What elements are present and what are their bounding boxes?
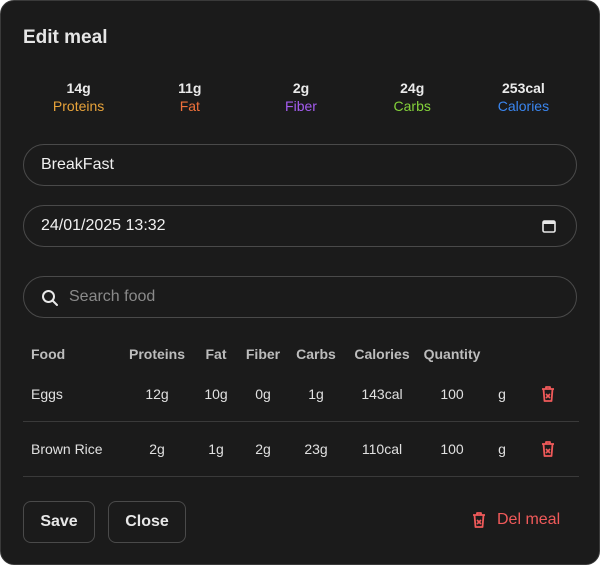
quantity-input[interactable]: 100 — [417, 422, 487, 477]
meal-name-input[interactable] — [24, 145, 576, 185]
stat-fiber: 2g Fiber — [245, 79, 356, 115]
stat-value: 11g — [178, 80, 202, 96]
trash-icon — [473, 512, 485, 528]
cell-fiber: 2g — [255, 441, 271, 457]
search-food-input[interactable] — [24, 277, 576, 317]
stat-label: Carbs — [393, 98, 431, 114]
remove-food-button[interactable] — [517, 422, 579, 477]
meal-name-field — [23, 144, 577, 186]
header-fat: Fat — [205, 346, 227, 362]
table-row: Brown Rice 2g 1g 2g 23g 110cal 100 g — [23, 422, 579, 477]
stat-calories: 253cal Calories — [468, 79, 579, 115]
nutrition-summary: 14g Proteins 11g Fat 2g Fiber 24g Carbs … — [23, 79, 579, 115]
calendar-icon[interactable] — [542, 219, 556, 233]
header-proteins: Proteins — [128, 346, 185, 362]
cell-carbs: 23g — [304, 441, 328, 457]
delete-meal-label: Del meal — [497, 511, 561, 528]
trash-icon — [542, 441, 554, 458]
cell-food: Brown Rice — [31, 441, 103, 457]
remove-food-button[interactable] — [517, 367, 579, 422]
table-row: Eggs 12g 10g 0g 1g 143cal 100 g — [23, 367, 579, 422]
edit-meal-modal: Edit meal 14g Proteins 11g Fat 2g Fiber … — [0, 0, 600, 565]
cell-calories: 110cal — [361, 441, 403, 457]
stat-fat: 11g Fat — [134, 79, 245, 115]
food-table: Food Proteins Fat Fiber Carbs Calories Q… — [23, 341, 579, 477]
header-actions — [517, 341, 579, 367]
header-food: Food — [31, 346, 66, 362]
cell-unit: g — [498, 386, 506, 402]
table-header: Food Proteins Fat Fiber Carbs Calories Q… — [23, 341, 579, 367]
cell-carbs: 1g — [308, 386, 324, 402]
cell-unit: g — [498, 441, 506, 457]
stat-label: Fat — [179, 98, 200, 114]
stat-value: 14g — [66, 80, 91, 96]
cell-proteins: 12g — [145, 386, 169, 402]
delete-meal-button[interactable]: Del meal — [471, 511, 560, 529]
header-fiber: Fiber — [245, 346, 281, 362]
trash-icon — [542, 386, 554, 403]
stat-value: 24g — [400, 80, 425, 96]
search-food-field — [23, 276, 577, 318]
header-quantity: Quantity — [423, 346, 481, 362]
datetime-field — [23, 205, 577, 247]
stat-carbs: 24g Carbs — [357, 79, 468, 115]
cell-proteins: 2g — [149, 441, 165, 457]
stat-label: Fiber — [285, 98, 317, 114]
header-calories: Calories — [354, 346, 410, 362]
cell-fiber: 0g — [255, 386, 271, 402]
cell-fat: 1g — [208, 441, 224, 457]
close-button[interactable]: Close — [108, 501, 186, 543]
header-unit — [487, 341, 517, 367]
quantity-input[interactable]: 100 — [417, 367, 487, 422]
cell-calories: 143cal — [361, 386, 403, 402]
stat-proteins: 14g Proteins — [23, 79, 134, 115]
stat-label: Proteins — [52, 98, 105, 114]
cell-fat: 10g — [204, 386, 228, 402]
modal-title: Edit meal — [23, 27, 108, 48]
cell-food: Eggs — [31, 386, 63, 402]
stat-value: 253cal — [502, 80, 545, 96]
save-button[interactable]: Save — [23, 501, 95, 543]
stat-value: 2g — [292, 80, 310, 96]
datetime-input[interactable] — [24, 206, 576, 246]
header-carbs: Carbs — [296, 346, 336, 362]
stat-label: Calories — [497, 98, 550, 114]
